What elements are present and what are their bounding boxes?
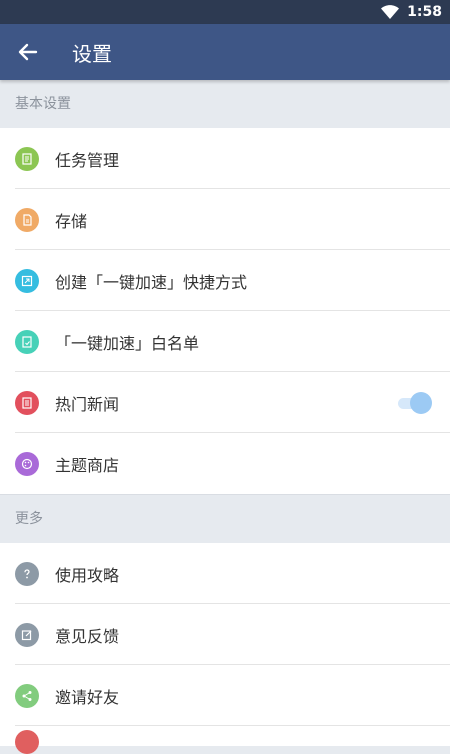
item-label: 邀请好友 [55, 687, 120, 707]
arrow-back-icon [18, 43, 38, 61]
hot-news-toggle[interactable] [396, 391, 432, 414]
settings-item-invite-friends[interactable]: 邀请好友 [0, 665, 450, 726]
settings-item-hot-news[interactable]: 热门新闻 [0, 372, 450, 433]
news-icon [15, 390, 39, 415]
feedback-icon [15, 622, 39, 647]
item-label: 任务管理 [55, 150, 120, 170]
partial-item-icon [15, 730, 39, 754]
shortcut-icon [15, 268, 39, 293]
settings-item-theme-store[interactable]: 主题商店 [0, 433, 450, 494]
item-label: 主题商店 [55, 455, 120, 475]
item-label: 「一键加速」白名单 [55, 333, 200, 353]
settings-item-storage[interactable]: 存储 [0, 189, 450, 250]
basic-settings-list: 任务管理 存储 创建「一键加速」快捷方式 「一键加速」白名单 热门新闻 主题商店 [0, 128, 450, 494]
help-icon [15, 561, 39, 586]
palette-icon [15, 451, 39, 476]
task-list-icon [15, 146, 39, 171]
back-button[interactable] [0, 24, 56, 80]
item-label: 热门新闻 [55, 394, 120, 414]
whitelist-icon [15, 329, 39, 354]
item-label: 意见反馈 [55, 626, 120, 646]
section-header-basic: 基本设置 [0, 80, 450, 128]
wifi-icon [381, 5, 400, 19]
status-bar: 1:58 [0, 0, 450, 24]
more-settings-list: 使用攻略 意见反馈 邀请好友 [0, 543, 450, 754]
item-label: 存储 [55, 211, 88, 231]
settings-item-whitelist[interactable]: 「一键加速」白名单 [0, 311, 450, 372]
item-label: 使用攻略 [55, 565, 120, 585]
page-title: 设置 [72, 41, 112, 66]
storage-icon [15, 207, 39, 232]
settings-item-feedback[interactable]: 意见反馈 [0, 604, 450, 665]
share-icon [15, 683, 39, 708]
settings-item-task-management[interactable]: 任务管理 [0, 128, 450, 189]
app-bar: 设置 [0, 24, 450, 80]
settings-item-usage-guide[interactable]: 使用攻略 [0, 543, 450, 604]
status-time: 1:58 [407, 4, 442, 20]
settings-item-partial[interactable] [0, 726, 450, 754]
item-label: 创建「一键加速」快捷方式 [55, 272, 248, 292]
section-header-more: 更多 [0, 494, 450, 543]
settings-item-create-shortcut[interactable]: 创建「一键加速」快捷方式 [0, 250, 450, 311]
toggle-thumb [410, 391, 432, 414]
